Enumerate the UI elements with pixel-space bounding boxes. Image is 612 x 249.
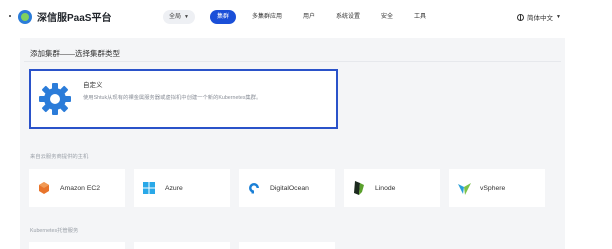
scope-select-value: 全局 bbox=[169, 14, 182, 20]
chevron-down-icon: ▼ bbox=[556, 14, 561, 20]
nav-item-users[interactable]: 用户 bbox=[303, 10, 315, 24]
nav-item-clusters[interactable]: 集群 bbox=[209, 10, 236, 24]
gear-icon bbox=[31, 71, 78, 127]
provider-card-digitalocean[interactable]: DigitalOcean bbox=[239, 169, 335, 207]
window-dot bbox=[9, 15, 11, 17]
provider-label: vSphere bbox=[480, 184, 506, 192]
provider-card-vsphere[interactable]: vSphere bbox=[449, 169, 545, 207]
top-bar: 深信服PaaS平台 全局 ▼ 集群 多集群应用 用户 系统设置 安全 工具 简体… bbox=[0, 0, 612, 33]
language-value: 简体中文 bbox=[527, 15, 553, 22]
language-select[interactable]: 简体中文 ▼ bbox=[517, 12, 561, 22]
linode-icon bbox=[352, 181, 366, 195]
infra-section-label: 来自云服务商提供的主机 bbox=[30, 154, 89, 160]
globe-icon bbox=[517, 13, 524, 21]
scope-select[interactable]: 全局 ▼ bbox=[163, 10, 195, 24]
brand[interactable]: 深信服PaaS平台 bbox=[18, 9, 111, 24]
provider-card-amazon-ec2[interactable]: Amazon EC2 bbox=[29, 169, 125, 207]
azure-icon bbox=[142, 181, 156, 195]
hosted-section-label: Kubernetes托管服务 bbox=[30, 228, 79, 234]
vsphere-icon bbox=[457, 181, 471, 195]
nav-item-tools[interactable]: 工具 bbox=[414, 10, 426, 24]
page-title: 添加集群——选择集群类型 bbox=[30, 49, 120, 58]
aws-icon bbox=[37, 181, 51, 195]
provider-label: Amazon EC2 bbox=[60, 184, 101, 192]
provider-label: Linode bbox=[375, 184, 396, 192]
nav-item-multicluster-apps[interactable]: 多集群应用 bbox=[252, 10, 282, 24]
nav-item-security[interactable]: 安全 bbox=[381, 10, 393, 24]
provider-label: DigitalOcean bbox=[270, 184, 309, 192]
nav-item-system-settings[interactable]: 系统设置 bbox=[336, 10, 360, 24]
brand-name: 深信服PaaS平台 bbox=[37, 13, 112, 24]
provider-card-azure[interactable]: Azure bbox=[134, 169, 230, 207]
provider-label: Azure bbox=[165, 184, 183, 192]
hosted-provider-card[interactable] bbox=[134, 242, 230, 249]
main-nav: 全局 ▼ 集群 多集群应用 用户 系统设置 安全 工具 bbox=[163, 9, 426, 25]
hosted-provider-card[interactable] bbox=[29, 242, 125, 249]
brand-logo-icon bbox=[18, 9, 32, 24]
hosted-provider-card[interactable] bbox=[239, 242, 335, 249]
digitalocean-icon bbox=[247, 181, 261, 195]
chevron-down-icon: ▼ bbox=[184, 14, 189, 20]
custom-card-description: 使用Shtuk从现有的裸金属服务器或虚拟机中创建一个新的Kubernetes集群… bbox=[83, 95, 262, 101]
custom-card-title: 自定义 bbox=[83, 82, 103, 89]
custom-cluster-card[interactable]: 自定义 使用Shtuk从现有的裸金属服务器或虚拟机中创建一个新的Kubernet… bbox=[29, 69, 338, 129]
divider bbox=[24, 61, 561, 62]
provider-card-linode[interactable]: Linode bbox=[344, 169, 440, 207]
